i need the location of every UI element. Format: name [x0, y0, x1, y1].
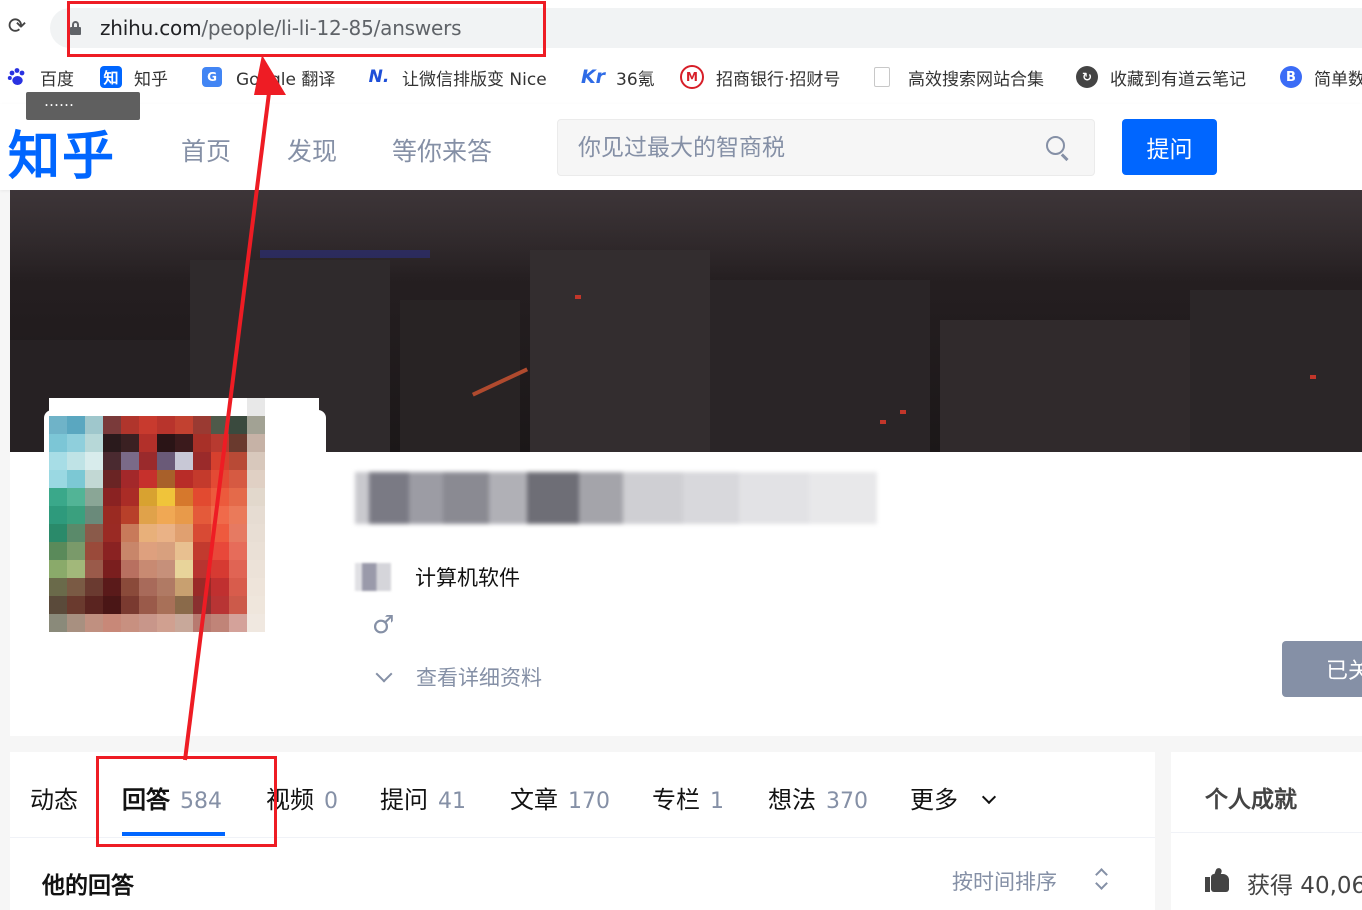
occupation-row: 计算机软件 — [355, 562, 520, 592]
nav-home[interactable]: 首页 — [181, 132, 231, 168]
ask-question-button[interactable]: 提问 — [1122, 119, 1217, 175]
bookmark-label: 百度 — [40, 69, 74, 90]
achievements-card: 个人成就 获得 40,06 — [1171, 752, 1362, 910]
youdao-icon: ↻ — [1076, 66, 1098, 88]
tab-count: 41 — [438, 789, 466, 814]
bookmark-label: 让微信排版变 Nice — [402, 69, 547, 90]
likes-count: 获得 40,06 — [1247, 873, 1362, 899]
tab-count: 1 — [710, 789, 724, 814]
tab-label: 动态 — [30, 786, 78, 814]
chevron-down-icon — [375, 665, 393, 683]
zhihu-icon: 知 — [100, 66, 122, 88]
b-icon: B — [1280, 66, 1302, 88]
bookmark-label: 收藏到有道云笔记 — [1110, 69, 1246, 90]
search-box — [557, 119, 1095, 176]
bookmark-label: 简单数 — [1314, 69, 1362, 90]
view-details-label: 查看详细资料 — [416, 666, 542, 690]
tab-more[interactable]: 更多 — [910, 780, 997, 815]
thumbs-up-icon — [1205, 867, 1231, 892]
cmb-icon: M — [680, 65, 704, 89]
sort-label: 按时间排序 — [952, 870, 1057, 894]
tooltip: …… — [26, 92, 140, 120]
tab-count: 0 — [324, 789, 338, 814]
male-icon: ♂ — [372, 610, 395, 639]
sort-toggle-icon[interactable] — [1094, 866, 1112, 892]
achievements-title: 个人成就 — [1205, 787, 1297, 813]
section-title: 他的回答 — [42, 873, 134, 899]
avatar[interactable] — [49, 398, 319, 688]
occupation-text: 计算机软件 — [415, 566, 520, 590]
36kr-icon: Kr — [580, 66, 606, 88]
tab-count: 170 — [568, 789, 610, 814]
tab-pins[interactable]: 想法 370 — [768, 780, 868, 815]
bookmark-label: 36氪 — [616, 69, 655, 90]
tab-label: 专栏 — [652, 786, 700, 814]
sort-dropdown[interactable]: 按时间排序 — [952, 866, 1057, 896]
view-details-link[interactable]: 查看详细资料 — [372, 662, 542, 692]
bookmark-label: 高效搜索网站合集 — [908, 69, 1044, 90]
tab-label: 文章 — [510, 786, 558, 814]
baidu-paw-icon — [6, 66, 28, 88]
document-icon — [874, 67, 890, 87]
industry-icon — [355, 563, 391, 591]
bookmark-36kr[interactable]: Kr 36氪 — [580, 58, 655, 96]
bookmark-baidu[interactable]: 百度 — [6, 58, 74, 96]
bookmark-label: 知乎 — [134, 69, 168, 90]
tab-columns[interactable]: 专栏 1 — [652, 780, 724, 815]
nice-icon: N. — [368, 67, 390, 87]
bookmark-jiandan[interactable]: B 简单数 — [1280, 58, 1362, 96]
search-input[interactable] — [558, 120, 1028, 175]
nav-waiting-answers[interactable]: 等你来答 — [392, 132, 492, 168]
bookmark-search-sites[interactable]: 高效搜索网站合集 — [874, 58, 1044, 96]
followed-button[interactable]: 已关注 — [1282, 641, 1362, 697]
tab-label: 想法 — [768, 786, 816, 814]
bookmark-cmb[interactable]: M 招商银行·招财号 — [680, 58, 840, 96]
tab-activities[interactable]: 动态 — [30, 780, 78, 815]
tab-label: 提问 — [380, 786, 428, 814]
chevron-down-icon — [981, 789, 997, 805]
divider — [1171, 832, 1362, 833]
annotation-tab-highlight — [96, 756, 277, 847]
tab-count: 370 — [826, 789, 868, 814]
bookmark-zhihu[interactable]: 知 知乎 — [100, 58, 168, 96]
profile-card: 计算机软件 ♂ 查看详细资料 已关注 — [10, 190, 1362, 736]
bookmark-label: Google 翻译 — [236, 69, 336, 90]
reload-icon[interactable]: ⟳ — [4, 14, 30, 40]
bookmark-nice[interactable]: N. 让微信排版变 Nice — [366, 58, 547, 96]
nav-discover[interactable]: 发现 — [287, 132, 337, 168]
username-blurred — [355, 472, 877, 524]
tab-questions[interactable]: 提问 41 — [380, 780, 466, 815]
tab-articles[interactable]: 文章 170 — [510, 780, 610, 815]
bookmarks-bar: 百度 知 知乎 G Google 翻译 N. 让微信排版变 Nice Kr 36… — [0, 58, 1362, 96]
google-translate-icon: G — [202, 67, 222, 87]
bookmark-youdao[interactable]: ↻ 收藏到有道云笔记 — [1076, 58, 1246, 96]
bookmark-label: 招商银行·招财号 — [716, 69, 841, 90]
zhihu-logo[interactable]: 知乎 — [8, 114, 116, 189]
site-header: 知乎 首页 发现 等你来答 提问 — [0, 104, 1362, 190]
annotation-url-highlight — [67, 1, 546, 57]
bookmark-google-translate[interactable]: G Google 翻译 — [202, 58, 335, 96]
tab-label: 更多 — [910, 786, 958, 814]
search-icon[interactable] — [1046, 136, 1070, 161]
